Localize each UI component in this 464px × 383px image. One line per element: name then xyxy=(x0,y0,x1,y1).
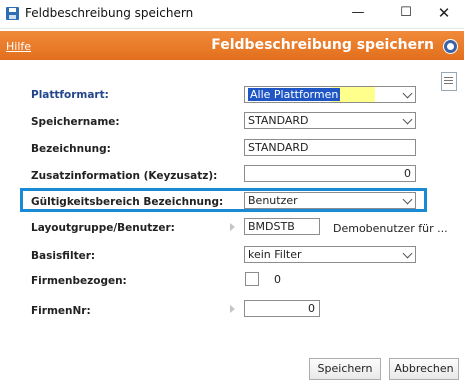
close-button[interactable]: ✕ xyxy=(422,2,464,24)
plattformart-select[interactable]: Alle Plattformen xyxy=(244,86,416,103)
bezeichnung-input[interactable]: STANDARD xyxy=(244,139,416,156)
firmennr-input[interactable]: 0 xyxy=(244,300,320,317)
lookup-arrow-icon[interactable] xyxy=(230,223,235,231)
layoutgruppe-description: Demobenutzer für ... xyxy=(333,222,448,235)
chevron-down-icon xyxy=(402,88,413,99)
firmenbezogen-label: Firmenbezogen: xyxy=(31,275,127,287)
basisfilter-select[interactable]: kein Filter xyxy=(244,246,416,263)
bezeichnung-label: Bezeichnung: xyxy=(31,143,111,155)
speichername-value: STANDARD xyxy=(248,114,309,127)
header-bar: Hilfe Feldbeschreibung speichern xyxy=(0,31,464,60)
zusatzinformation-input[interactable]: 0 xyxy=(244,165,416,182)
plattformart-value: Alle Plattformen xyxy=(248,88,341,101)
layoutgruppe-label: Layoutgruppe/Benutzer: xyxy=(31,222,175,234)
help-link[interactable]: Hilfe xyxy=(6,40,31,53)
window-titlebar: Feldbeschreibung speichern — ☐ ✕ xyxy=(0,0,464,29)
gueltigkeitsbereich-value: Benutzer xyxy=(248,194,298,207)
firmenbezogen-checkbox[interactable] xyxy=(245,272,259,286)
plattformart-label: Plattformart: xyxy=(31,89,109,101)
window-title: Feldbeschreibung speichern xyxy=(25,6,194,20)
minimize-button[interactable]: — xyxy=(336,2,380,24)
save-button[interactable]: Speichern xyxy=(309,358,381,380)
firmennr-value: 0 xyxy=(308,302,315,315)
basisfilter-label: Basisfilter: xyxy=(31,250,96,262)
lookup-arrow-icon[interactable] xyxy=(230,305,235,313)
firmennr-label: FirmenNr: xyxy=(31,305,91,317)
cancel-button[interactable]: Abbrechen xyxy=(389,358,459,380)
chevron-down-icon xyxy=(402,194,413,205)
zusatzinformation-label: Zusatzinformation (Keyzusatz): xyxy=(31,170,218,182)
layoutgruppe-input[interactable]: BMDSTB xyxy=(244,218,320,235)
chevron-down-icon xyxy=(402,248,413,259)
gueltigkeitsbereich-label: Gültigkeitsbereich Bezeichnung: xyxy=(31,196,224,208)
layoutgruppe-value: BMDSTB xyxy=(248,220,295,233)
gueltigkeitsbereich-select[interactable]: Benutzer xyxy=(244,192,416,209)
save-disk-icon xyxy=(6,7,19,20)
document-notes-icon[interactable] xyxy=(441,72,457,91)
firmenbezogen-value: 0 xyxy=(274,273,281,286)
bezeichnung-value: STANDARD xyxy=(248,141,309,154)
speichername-label: Speichername: xyxy=(31,116,120,128)
speichername-select[interactable]: STANDARD xyxy=(244,112,416,129)
zusatzinformation-value: 0 xyxy=(404,167,411,180)
bmd-logo-icon xyxy=(443,39,458,54)
dialog-title: Feldbeschreibung speichern xyxy=(211,37,434,53)
basisfilter-value: kein Filter xyxy=(248,248,302,261)
chevron-down-icon xyxy=(402,114,413,125)
